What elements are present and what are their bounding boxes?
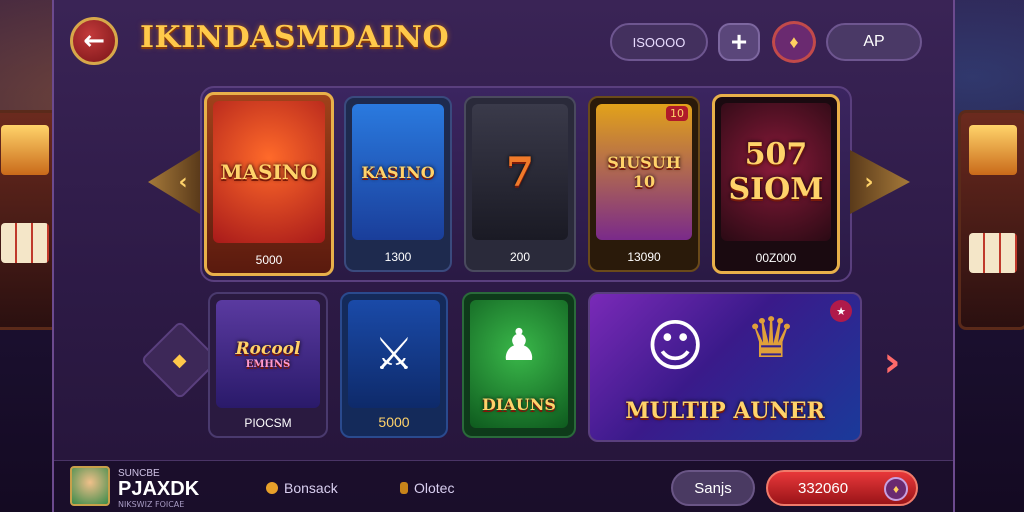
chevron-right-icon: › <box>883 336 901 386</box>
deposit-link[interactable]: Olotec <box>400 480 454 496</box>
chevron-right-icon: › <box>864 169 874 195</box>
back-button[interactable]: ← <box>70 17 118 65</box>
game-card-diauns[interactable]: ♟ DIAUNS <box>462 292 576 438</box>
account-button[interactable]: AP <box>826 23 922 61</box>
slot-machine-right <box>958 110 1024 330</box>
deposit-label: Olotec <box>414 480 455 496</box>
game-title: MULTIP AUNER <box>625 398 825 424</box>
game-art: ♟ DIAUNS <box>470 300 568 428</box>
diamond-left-icon: ◆ <box>173 349 187 371</box>
game-value: 200 <box>509 250 531 264</box>
bonus-label: Bonsack <box>284 480 338 496</box>
game-title: KASINO <box>361 162 435 182</box>
user-name: PJAXDK <box>118 478 200 500</box>
game-value: 5000 <box>378 414 410 430</box>
game-art: MASINO <box>213 101 325 243</box>
game-card-siusuh[interactable]: SIUSUH 10 10 13090 <box>588 96 700 272</box>
game-value: PIOCSM <box>244 416 292 430</box>
game-art: 7 <box>472 104 568 240</box>
game-art: Rocool EMHNS <box>216 300 320 408</box>
coin-icon <box>400 482 408 494</box>
game-card-horse-seven[interactable]: 7 200 <box>464 96 576 272</box>
dice-button[interactable]: ♦ <box>772 21 816 63</box>
bonus-link[interactable]: Bonsack <box>266 480 338 496</box>
game-title: Rocool <box>235 338 301 359</box>
bearded-man-icon: ☺ <box>646 314 705 379</box>
plus-icon: + <box>730 26 748 57</box>
game-art: SIUSUH 10 <box>596 104 692 240</box>
wallet-amount: 332060 <box>798 479 849 497</box>
game-card-warrior[interactable]: ⚔ 5000 <box>340 292 448 438</box>
game-badge: 10 <box>666 106 688 121</box>
game-value: 1300 <box>384 250 412 264</box>
coin-icon <box>266 482 278 494</box>
game-card-507-siom[interactable]: 507 SIOM 00Z000 <box>712 94 840 274</box>
chevron-left-icon: ‹ <box>178 169 188 195</box>
game-title: SIUSUH 10 <box>607 153 681 191</box>
add-funds-button[interactable]: + <box>718 23 760 61</box>
game-card-masino[interactable]: MASINO 5000 <box>204 92 334 276</box>
game-title: 7 <box>506 148 534 196</box>
featured-badge-icon: ★ <box>830 300 852 322</box>
game-title: MASINO <box>220 160 318 184</box>
game-art: ⚔ <box>348 300 440 408</box>
dice-icon: ♦ <box>789 31 799 52</box>
game-title: 507 SIOM <box>728 137 824 207</box>
game-value: 13090 <box>627 250 661 264</box>
game-art: 507 SIOM <box>721 103 831 241</box>
game-art: ☺ ♛ MULTIP AUNER <box>596 300 854 434</box>
game-art: KASINO <box>352 104 444 240</box>
game-card-multip-auner[interactable]: ☺ ♛ MULTIP AUNER ★ <box>588 292 862 442</box>
game-value: 00Z000 <box>755 251 797 265</box>
app-title: IKINDASMDAINO <box>140 20 450 55</box>
game-card-kasino[interactable]: KASINO 1300 <box>344 96 452 272</box>
row2-next-button[interactable]: › <box>872 335 912 387</box>
cowboy-hat-icon: ♛ <box>746 306 797 371</box>
game-value: 5000 <box>255 253 283 267</box>
character-icon: ♟ <box>499 320 539 371</box>
user-subtitle: NIKSWIZ FOICAE <box>118 500 185 509</box>
game-subtitle: EMHNS <box>245 358 291 370</box>
balance-display[interactable]: ISOOOO <box>610 23 708 61</box>
game-title: DIAUNS <box>482 395 556 414</box>
back-arrow-icon: ← <box>83 26 105 56</box>
avatar[interactable] <box>70 466 110 506</box>
sign-button[interactable]: Sanjs <box>671 470 755 506</box>
warrior-icon: ⚔ <box>374 328 414 380</box>
wallet-button[interactable]: 332060 ♦ <box>766 470 918 506</box>
game-card-rocool[interactable]: Rocool EMHNS PIOCSM <box>208 292 328 438</box>
slot-machine-left <box>0 110 60 330</box>
wallet-icon: ♦ <box>884 477 908 501</box>
